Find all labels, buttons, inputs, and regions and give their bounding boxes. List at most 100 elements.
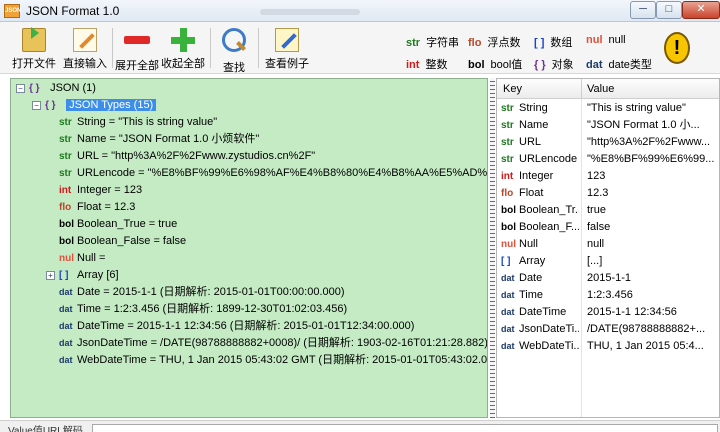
- column-divider[interactable]: [581, 79, 582, 99]
- grid-key: Integer: [519, 170, 554, 182]
- legend-date: dat date类型: [586, 56, 652, 72]
- toolbar-separator: [210, 28, 211, 68]
- legend-code: int: [406, 59, 420, 71]
- date-type-icon: dat: [501, 290, 515, 300]
- toolbar-separator: [258, 28, 259, 68]
- tree-item[interactable]: dat WebDateTime = THU, 1 Jan 2015 05:43:0…: [59, 352, 487, 369]
- string-type-icon: str: [501, 137, 514, 148]
- node-expander[interactable]: −: [32, 101, 41, 110]
- legend-float: flo 浮点数: [468, 34, 520, 50]
- tree-item[interactable]: [ ] Array [6]: [59, 267, 119, 284]
- string-type-icon: str: [59, 134, 72, 145]
- toolbar-separator: [112, 28, 113, 68]
- tree-root-node[interactable]: { } JSON (1): [29, 80, 96, 97]
- grid-row[interactable]: str URLencode "%E8%BF%99%E6%99...: [497, 151, 719, 168]
- grid-value: "http%3A%2F%2Fwww...: [587, 136, 711, 148]
- example-icon: [275, 28, 299, 52]
- json-tree-panel[interactable]: − { } JSON (1) − { } JSON Types (15) str…: [10, 78, 488, 418]
- grid-key: Null: [519, 238, 538, 250]
- array-expander[interactable]: +: [46, 271, 55, 280]
- grid-row[interactable]: str URL "http%3A%2F%2Fwww...: [497, 134, 719, 151]
- grid-key: String: [519, 102, 548, 114]
- view-example-button[interactable]: 查看例子: [262, 26, 312, 72]
- date-type-icon: dat: [501, 307, 515, 317]
- collapse-all-label: 收起全部: [161, 58, 205, 70]
- tree-item[interactable]: str String = "This is string value": [59, 114, 217, 131]
- tree-json-types-node[interactable]: { } JSON Types (15): [45, 97, 157, 114]
- grid-key: Array: [519, 255, 546, 267]
- tree-item[interactable]: flo Float = 12.3: [59, 199, 135, 216]
- bool-type-icon: bol: [59, 236, 74, 247]
- value-column-header[interactable]: Value: [587, 83, 614, 95]
- grid-row[interactable]: dat Time 1:2:3.456: [497, 287, 719, 304]
- tree-item[interactable]: bol Boolean_False = false: [59, 233, 186, 250]
- url-decode-field[interactable]: [92, 424, 718, 432]
- toolbar: 打开文件 直接输入 展开全部 收起全部 查找 查看例子 str 字符串 flo 浮点…: [0, 22, 720, 74]
- legend-label: 字符串: [426, 37, 460, 49]
- grid-value: null: [587, 238, 605, 250]
- grid-value: [...]: [587, 255, 603, 267]
- grid-row[interactable]: str String "This is string value": [497, 100, 719, 117]
- grid-value: 123: [587, 170, 606, 182]
- close-button[interactable]: ✕: [682, 1, 720, 19]
- key-value-grid[interactable]: Key Value str String "This is string value…: [496, 78, 720, 418]
- grid-value: 2015-1-1: [587, 272, 632, 284]
- legend-code: str: [406, 37, 421, 49]
- string-type-icon: str: [59, 117, 72, 128]
- grid-row[interactable]: [ ] Array [...]: [497, 253, 719, 270]
- collapse-all-button[interactable]: 收起全部: [160, 26, 206, 72]
- help-warning-icon[interactable]: !: [664, 32, 690, 64]
- tree-item[interactable]: dat Date = 2015-1-1 (日期解析: 2015-01-01T00:…: [59, 284, 345, 301]
- direct-input-label: 直接输入: [63, 58, 107, 70]
- app-icon: JSON: [4, 4, 21, 18]
- string-type-icon: str: [59, 151, 72, 162]
- legend-code: dat: [586, 59, 603, 71]
- direct-input-button[interactable]: 直接输入: [60, 26, 110, 72]
- grid-row[interactable]: int Integer 123: [497, 168, 719, 185]
- tree-item[interactable]: dat DateTime = 2015-1-1 12:34:56 (日期解析: 2…: [59, 318, 414, 335]
- tree-item[interactable]: str URLencode = "%E8%BF%99%E6%98%AF%E4%B8…: [59, 165, 487, 182]
- tree-item[interactable]: str URL = "http%3A%2F%2Fwww.zystudios.cn%…: [59, 148, 315, 165]
- maximize-button[interactable]: □: [656, 1, 682, 19]
- grid-row[interactable]: str Name "JSON Format 1.0 小...: [497, 117, 719, 134]
- grid-row[interactable]: dat JsonDateTi... /DATE(98788888882+...: [497, 321, 719, 338]
- collapse-all-icon: [171, 28, 195, 52]
- integer-type-icon: int: [501, 171, 514, 182]
- key-column-header[interactable]: Key: [503, 83, 522, 95]
- date-type-icon: dat: [501, 341, 515, 351]
- tree-item[interactable]: int Integer = 123: [59, 182, 142, 199]
- grid-row[interactable]: dat DateTime 2015-1-1 12:34:56: [497, 304, 719, 321]
- string-type-icon: str: [59, 168, 72, 179]
- grid-row[interactable]: dat Date 2015-1-1: [497, 270, 719, 287]
- null-type-icon: nul: [59, 253, 74, 264]
- tree-item-text: Name = "JSON Format 1.0 小烦软件": [77, 133, 260, 145]
- tree-item-text: Boolean_False = false: [77, 235, 187, 247]
- root-expander[interactable]: −: [16, 84, 25, 93]
- grid-row[interactable]: flo Float 12.3: [497, 185, 719, 202]
- panel-splitter[interactable]: [490, 78, 495, 418]
- legend-label: 浮点数: [487, 37, 521, 49]
- legend-label: null: [608, 34, 626, 46]
- tree-item[interactable]: dat Time = 1:2:3.456 (日期解析: 1899-12-30T01…: [59, 301, 347, 318]
- grid-row[interactable]: dat WebDateTi... THU, 1 Jan 2015 05:4...: [497, 338, 719, 355]
- minimize-button[interactable]: ─: [630, 1, 656, 19]
- grid-value: "JSON Format 1.0 小...: [587, 119, 700, 131]
- tree-item[interactable]: dat JsonDateTime = /DATE(98788888882+0008…: [59, 335, 487, 352]
- grid-key: WebDateTi...: [519, 340, 579, 352]
- date-type-icon: dat: [59, 321, 73, 331]
- expand-all-button[interactable]: 展开全部: [114, 26, 160, 72]
- grid-row[interactable]: bol Boolean_F... false: [497, 219, 719, 236]
- grid-row[interactable]: nul Null null: [497, 236, 719, 253]
- bool-type-icon: bol: [501, 222, 516, 233]
- tree-item-text: Null =: [77, 252, 106, 264]
- find-button[interactable]: 查找: [214, 26, 254, 74]
- tree-item[interactable]: bol Boolean_True = true: [59, 216, 177, 233]
- window-title: JSON Format 1.0: [26, 4, 120, 18]
- open-file-button[interactable]: 打开文件: [8, 26, 60, 72]
- legend-label: date类型: [608, 59, 652, 71]
- grid-row[interactable]: bol Boolean_Tr... true: [497, 202, 719, 219]
- tree-item[interactable]: nul Null =: [59, 250, 105, 267]
- tree-item-text: Integer = 123: [77, 184, 143, 196]
- tree-item[interactable]: str Name = "JSON Format 1.0 小烦软件": [59, 131, 259, 148]
- grid-header: Key Value: [497, 79, 719, 99]
